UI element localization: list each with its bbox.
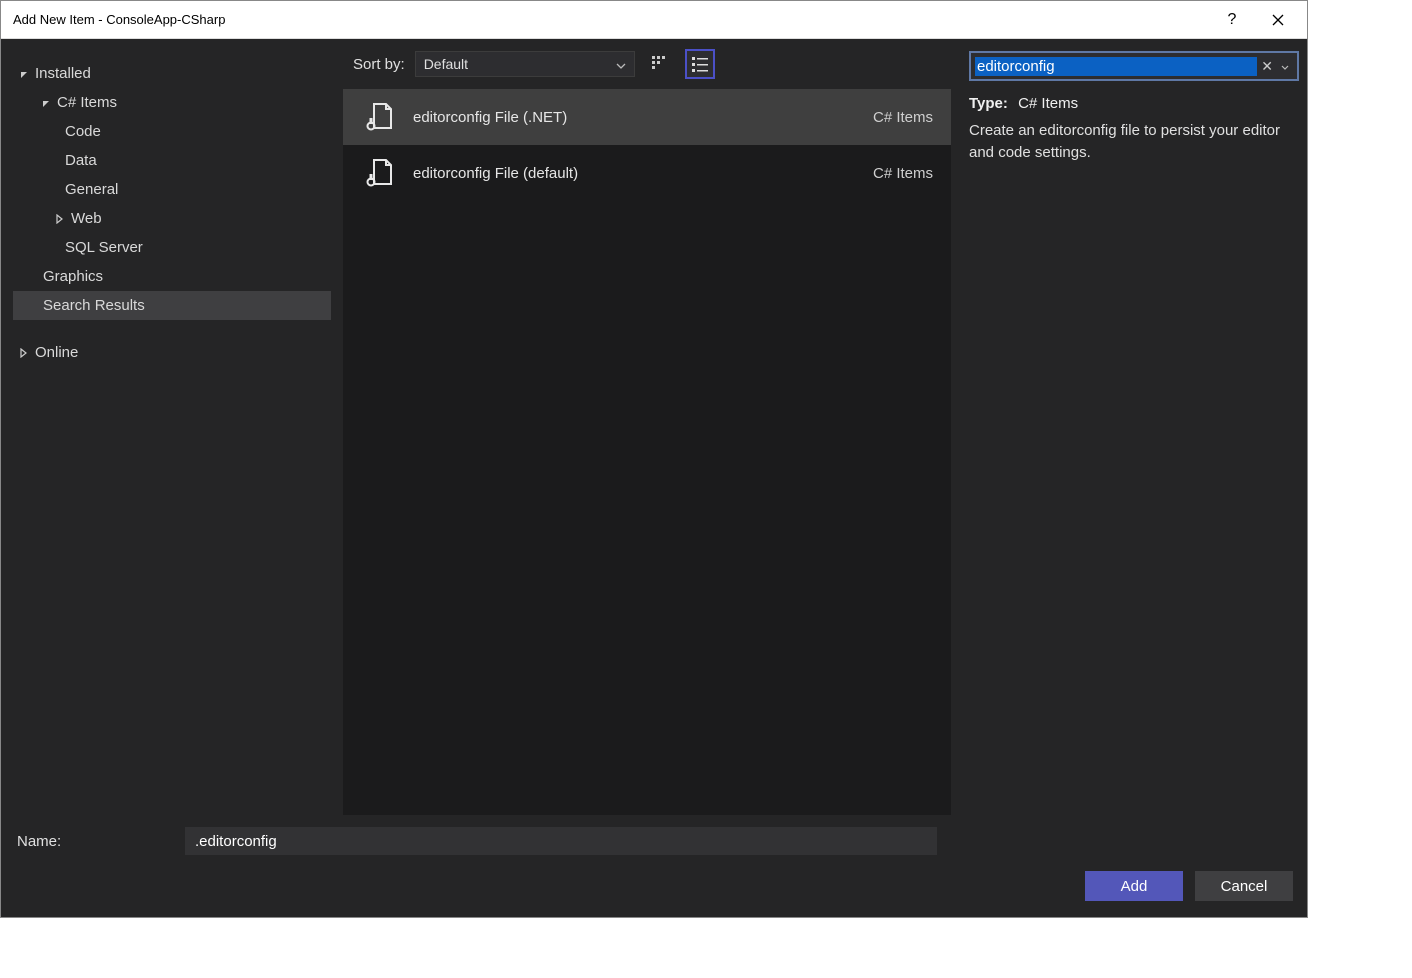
workspace: Installed C# Items Code Data General Web: [1, 39, 1307, 917]
detail-description: Create an editorconfig file to persist y…: [969, 120, 1299, 164]
tree-label: Web: [71, 208, 102, 229]
name-label: Name:: [17, 833, 177, 850]
tree-label: Search Results: [43, 295, 145, 316]
editorconfig-file-icon: [361, 100, 395, 134]
tree-online[interactable]: Online: [13, 338, 331, 367]
caret-right-icon: [53, 213, 65, 225]
button-row: Add Cancel: [1, 863, 1307, 917]
template-toolbar: Sort by: Default: [343, 49, 957, 89]
view-grid-button[interactable]: [645, 49, 675, 79]
view-list-button[interactable]: [685, 49, 715, 79]
name-input[interactable]: [185, 827, 937, 855]
detail-type-value: C# Items: [1018, 95, 1078, 112]
detail-type-row: Type: C# Items: [969, 95, 1299, 112]
sort-label: Sort by:: [353, 56, 405, 73]
sort-value: Default: [424, 56, 468, 72]
main-row: Installed C# Items Code Data General Web: [1, 39, 1307, 815]
tree-graphics[interactable]: Graphics: [13, 262, 331, 291]
tree-label: Installed: [35, 63, 91, 84]
tree-label: General: [65, 179, 118, 200]
help-button[interactable]: ?: [1209, 1, 1255, 39]
caret-down-icon: [39, 97, 51, 109]
window-title: Add New Item - ConsoleApp-CSharp: [13, 12, 1209, 27]
category-tree: Installed C# Items Code Data General Web: [1, 39, 343, 815]
detail-type-label: Type:: [969, 95, 1008, 112]
tree-label: Online: [35, 342, 78, 363]
titlebar: Add New Item - ConsoleApp-CSharp ?: [1, 1, 1307, 39]
template-item-selected[interactable]: editorconfig File (.NET) C# Items: [343, 89, 951, 145]
sort-select[interactable]: Default: [415, 51, 635, 77]
template-category: C# Items: [873, 109, 933, 126]
clear-search-icon[interactable]: ✕: [1257, 58, 1277, 75]
tree-label: Graphics: [43, 266, 103, 287]
details-panel: editorconfig ✕ Type: C# Items Create an …: [957, 39, 1307, 815]
add-new-item-dialog: Add New Item - ConsoleApp-CSharp ? Insta…: [0, 0, 1308, 918]
tree-installed[interactable]: Installed: [13, 59, 331, 88]
tree-web[interactable]: Web: [13, 204, 331, 233]
tree-label: SQL Server: [65, 237, 143, 258]
template-category: C# Items: [873, 165, 933, 182]
chevron-down-icon: [616, 56, 626, 72]
tree-general[interactable]: General: [13, 175, 331, 204]
search-box[interactable]: editorconfig ✕: [969, 51, 1299, 81]
template-name: editorconfig File (default): [413, 165, 855, 182]
tree-code[interactable]: Code: [13, 117, 331, 146]
close-button[interactable]: [1255, 1, 1301, 39]
tree-label: Data: [65, 150, 97, 171]
tree-sqlserver[interactable]: SQL Server: [13, 233, 331, 262]
tree-search-results[interactable]: Search Results: [13, 291, 331, 320]
add-button[interactable]: Add: [1085, 871, 1183, 901]
template-column: Sort by: Default: [343, 39, 957, 815]
template-name: editorconfig File (.NET): [413, 109, 855, 126]
name-row: Name:: [1, 815, 1307, 863]
caret-right-icon: [17, 347, 29, 359]
tree-label: C# Items: [57, 92, 117, 113]
template-list: editorconfig File (.NET) C# Items: [343, 89, 951, 815]
tree-csharp-items[interactable]: C# Items: [13, 88, 331, 117]
tree-data[interactable]: Data: [13, 146, 331, 175]
editorconfig-file-icon: [361, 156, 395, 190]
search-dropdown-icon[interactable]: [1277, 58, 1293, 74]
caret-down-icon: [17, 68, 29, 80]
search-input[interactable]: editorconfig: [975, 57, 1257, 76]
template-item[interactable]: editorconfig File (default) C# Items: [343, 145, 951, 201]
cancel-button[interactable]: Cancel: [1195, 871, 1293, 901]
tree-label: Code: [65, 121, 101, 142]
